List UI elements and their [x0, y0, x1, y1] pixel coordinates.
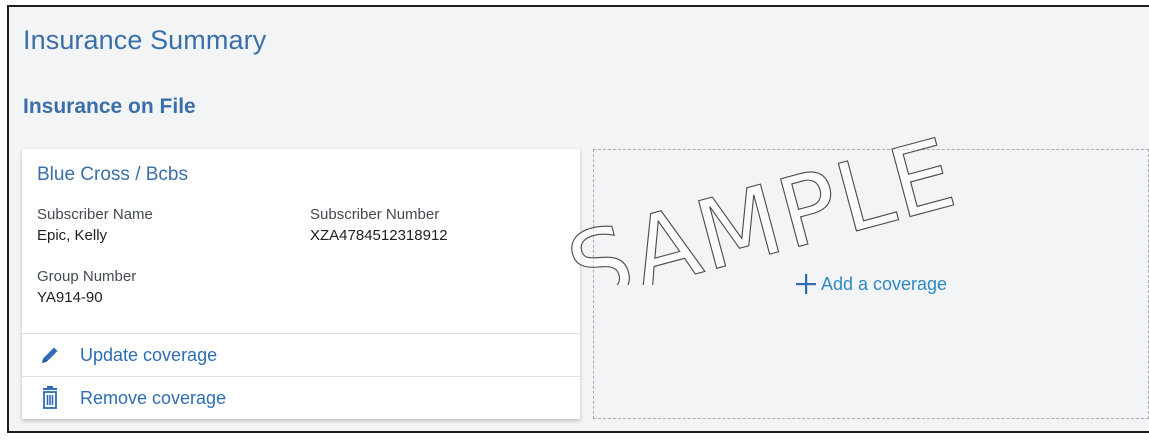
subscriber-number-value: XZA4784512318912 [310, 227, 448, 244]
add-coverage-label: Add a coverage [820, 273, 948, 294]
plan-name: Blue Cross / Bcbs [37, 164, 188, 185]
insurance-summary-panel: Insurance Summary Insurance on File Blue… [7, 5, 1149, 433]
plus-icon [795, 270, 817, 298]
pencil-icon [38, 343, 62, 367]
subscriber-name-value: Epic, Kelly [37, 227, 108, 244]
group-number-label: Group Number [37, 268, 137, 285]
trash-icon [38, 386, 62, 410]
section-title: Insurance on File [23, 95, 196, 118]
subscriber-number-label: Subscriber Number [310, 206, 440, 223]
update-coverage-button[interactable]: Update coverage [22, 333, 580, 376]
remove-coverage-label: Remove coverage [80, 387, 227, 408]
remove-coverage-button[interactable]: Remove coverage [22, 376, 580, 419]
coverage-card: Blue Cross / Bcbs Subscriber Name Epic, … [22, 149, 580, 419]
add-coverage-button[interactable]: Add a coverage [593, 149, 1149, 419]
group-number-value: YA914-90 [37, 289, 103, 306]
page-title: Insurance Summary [23, 25, 267, 55]
subscriber-name-label: Subscriber Name [37, 206, 153, 223]
update-coverage-label: Update coverage [80, 344, 218, 365]
